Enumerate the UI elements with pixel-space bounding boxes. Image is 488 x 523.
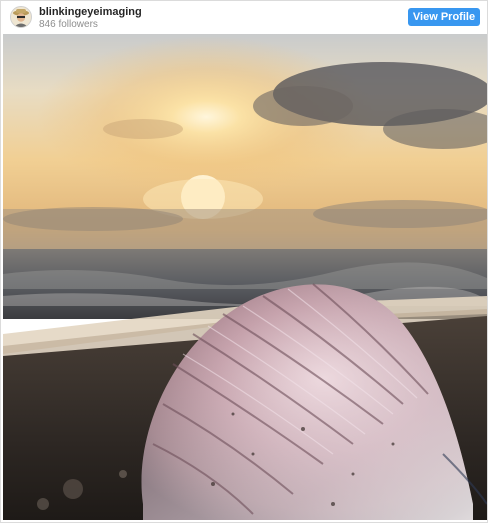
avatar[interactable] xyxy=(10,6,32,28)
sunrise-beach-photo xyxy=(3,34,487,520)
instagram-embed-card: blinkingeyeimaging 846 followers View Pr… xyxy=(0,0,488,523)
username[interactable]: blinkingeyeimaging xyxy=(39,6,142,18)
profile-photo-icon xyxy=(11,7,31,27)
follower-count: 846 followers xyxy=(39,19,98,30)
view-profile-button[interactable]: View Profile xyxy=(408,8,480,26)
post-header: blinkingeyeimaging 846 followers View Pr… xyxy=(1,1,487,34)
post-photo[interactable] xyxy=(3,34,487,520)
